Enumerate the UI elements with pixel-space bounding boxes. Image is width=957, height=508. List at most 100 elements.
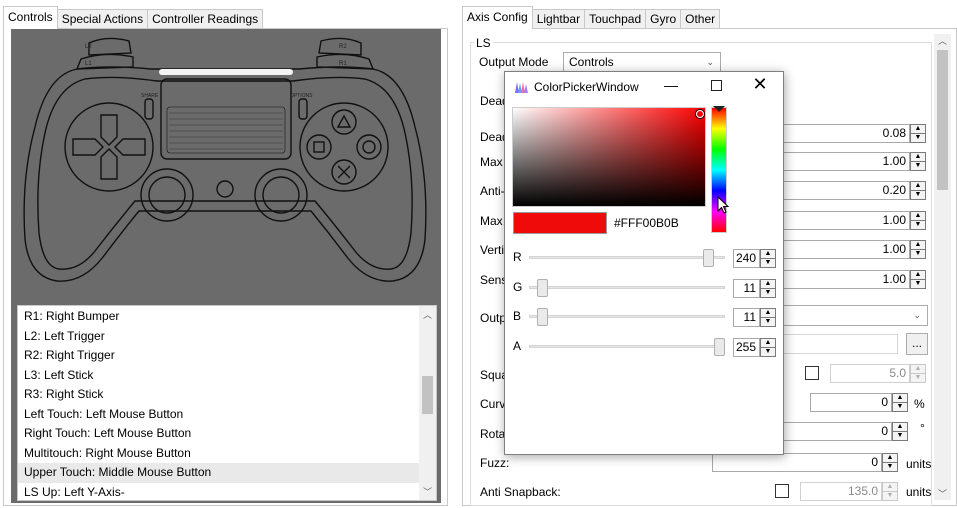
square-roundness-stepper[interactable]: ▲ ▼ xyxy=(910,364,926,383)
app-icon xyxy=(515,82,528,93)
custom-curve-field[interactable] xyxy=(780,334,898,354)
channel-slider-r[interactable] xyxy=(529,256,725,259)
scroll-up-icon[interactable]: ︿ xyxy=(934,34,951,47)
row-label-max1: Max xyxy=(480,155,503,169)
lightbar-indicator xyxy=(159,69,293,75)
deadzone-stepper[interactable]: ▲ ▼ xyxy=(910,124,926,143)
anti-snapback-field[interactable]: 135.0 xyxy=(800,482,882,501)
channel-label-r: R xyxy=(513,250,522,264)
channel-value-a[interactable]: 255 xyxy=(733,337,760,357)
list-item[interactable]: LS Up: Left Y-Axis- xyxy=(18,483,436,501)
channel-slider-thumb[interactable] xyxy=(703,249,715,267)
list-item[interactable]: L2: Left Trigger xyxy=(18,327,436,347)
curve-field[interactable]: 0 xyxy=(810,393,892,412)
axis-scroll-thumb[interactable] xyxy=(937,50,948,190)
scroll-up-icon[interactable]: ︿ xyxy=(419,308,436,321)
max-zone-stepper[interactable]: ▲ ▼ xyxy=(910,152,926,171)
list-scrollbar[interactable]: ︿ ﹀ xyxy=(419,306,436,500)
list-item[interactable]: Left Touch: Left Mouse Button xyxy=(18,405,436,425)
anti-snapback-checkbox[interactable] xyxy=(775,484,789,498)
deadzone-field[interactable]: 0.08 xyxy=(780,124,910,143)
anti-deadzone-field[interactable]: 0.20 xyxy=(780,181,910,200)
axis-scrollbar[interactable]: ︿ ﹀ xyxy=(934,34,951,500)
channel-stepper-r[interactable]: ▲ ▼ xyxy=(760,249,776,268)
channel-slider-g[interactable] xyxy=(529,285,725,289)
row-label-fuzz: Fuzz: xyxy=(480,456,510,470)
row-label-max2: Max xyxy=(480,214,503,228)
left-tab-strip: Controls Special Actions Controller Read… xyxy=(3,6,264,29)
list-item[interactable]: R3: Right Stick xyxy=(18,385,436,405)
channel-slider-a[interactable] xyxy=(529,344,725,348)
square-stick-checkbox[interactable] xyxy=(805,366,819,380)
mouse-pointer-icon xyxy=(717,196,730,214)
list-item[interactable]: R1: Right Bumper xyxy=(18,307,436,327)
sensitivity-stepper[interactable]: ▲ ▼ xyxy=(910,270,926,289)
tab-controller-readings[interactable]: Controller Readings xyxy=(147,9,264,29)
curve-unit: % xyxy=(914,397,925,411)
channel-label-b: B xyxy=(513,309,522,323)
list-item[interactable]: L3: Left Stick xyxy=(18,366,436,386)
mapping-list[interactable]: R1: Right Bumper L2: Left Trigger R2: Ri… xyxy=(17,305,437,501)
vertical-scale-stepper[interactable]: ▲ ▼ xyxy=(910,240,926,259)
rotation-field[interactable]: 0 xyxy=(780,422,892,441)
tab-axis-config[interactable]: Axis Config xyxy=(462,6,533,29)
channel-value-b[interactable]: 11 xyxy=(733,308,760,327)
channel-stepper-a[interactable]: ▲ ▼ xyxy=(760,337,776,357)
anti-snapback-stepper[interactable]: ▲ ▼ xyxy=(882,482,898,501)
channel-slider-thumb[interactable] xyxy=(714,337,725,356)
channel-stepper-g[interactable]: ▲ ▼ xyxy=(760,278,776,298)
row-label-anti: Anti- xyxy=(480,184,505,198)
curve-stepper[interactable]: ▲ ▼ xyxy=(892,393,908,412)
r1-label: R1 xyxy=(339,61,347,67)
list-item-selected[interactable]: Upper Touch: Middle Mouse Button xyxy=(18,463,436,483)
fuzz-field[interactable]: 0 xyxy=(712,453,882,472)
scroll-down-icon[interactable]: ﹀ xyxy=(419,485,436,498)
channel-label-g: G xyxy=(513,279,523,294)
max-output-stepper[interactable]: ▲ ▼ xyxy=(910,211,926,230)
row-label-output: Outp xyxy=(480,311,507,325)
sensitivity-field[interactable]: 1.00 xyxy=(780,270,910,289)
row-label-vertical: Verti xyxy=(480,243,505,257)
list-item[interactable]: Multitouch: Right Mouse Button xyxy=(18,444,436,464)
title-bar[interactable]: ColorPickerWindow — ✕ xyxy=(505,72,783,102)
hue-marker-icon[interactable] xyxy=(713,106,725,112)
maximize-icon[interactable] xyxy=(711,80,722,91)
vertical-scale-field[interactable]: 1.00 xyxy=(780,240,910,259)
output-mode-dropdown[interactable]: Controls ⌄ xyxy=(563,52,721,73)
chevron-down-icon: ⌄ xyxy=(706,57,714,67)
channel-value-g[interactable]: 11 xyxy=(733,278,760,298)
controller-illustration xyxy=(23,37,427,282)
channel-slider-b[interactable] xyxy=(529,315,725,318)
list-item[interactable]: Right Touch: Left Mouse Button xyxy=(18,424,436,444)
channel-slider-thumb[interactable] xyxy=(536,308,548,326)
square-roundness-field[interactable]: 5.0 xyxy=(830,364,910,383)
tab-controls[interactable]: Controls xyxy=(3,6,58,29)
channel-value-r[interactable]: 240 xyxy=(733,249,760,268)
scroll-down-icon[interactable]: ﹀ xyxy=(934,487,951,500)
rotation-stepper[interactable]: ▲ ▼ xyxy=(892,422,908,441)
channel-slider-thumb[interactable] xyxy=(536,278,548,297)
anti-deadzone-stepper[interactable]: ▲ ▼ xyxy=(910,181,926,200)
max-output-field[interactable]: 1.00 xyxy=(780,211,910,230)
list-scroll-thumb[interactable] xyxy=(422,376,433,414)
close-icon[interactable]: ✕ xyxy=(752,75,768,93)
output-mode-value: Controls xyxy=(569,55,614,69)
tab-touchpad[interactable]: Touchpad xyxy=(584,9,647,29)
browse-button[interactable]: ... xyxy=(906,333,928,355)
tab-special-actions[interactable]: Special Actions xyxy=(56,9,149,29)
channel-stepper-b[interactable]: ▲ ▼ xyxy=(760,308,776,327)
output-curve-dropdown[interactable]: ⌄ xyxy=(780,305,928,326)
fuzz-stepper[interactable]: ▲ ▼ xyxy=(882,453,898,472)
minimize-icon[interactable]: — xyxy=(663,78,679,94)
max-zone-field[interactable]: 1.00 xyxy=(780,152,910,171)
hex-value[interactable]: #FFF00B0B xyxy=(614,216,679,230)
color-preview-swatch xyxy=(513,212,607,234)
picker-cursor[interactable] xyxy=(696,110,704,118)
options-label: OPTIONS xyxy=(290,93,313,99)
tab-other[interactable]: Other xyxy=(680,9,721,29)
tab-lightbar[interactable]: Lightbar xyxy=(531,9,586,29)
list-item[interactable]: R2: Right Trigger xyxy=(18,346,436,366)
saturation-value-picker[interactable] xyxy=(512,107,706,207)
tab-gyro[interactable]: Gyro xyxy=(645,9,682,29)
l2-label: L2 xyxy=(85,44,92,50)
